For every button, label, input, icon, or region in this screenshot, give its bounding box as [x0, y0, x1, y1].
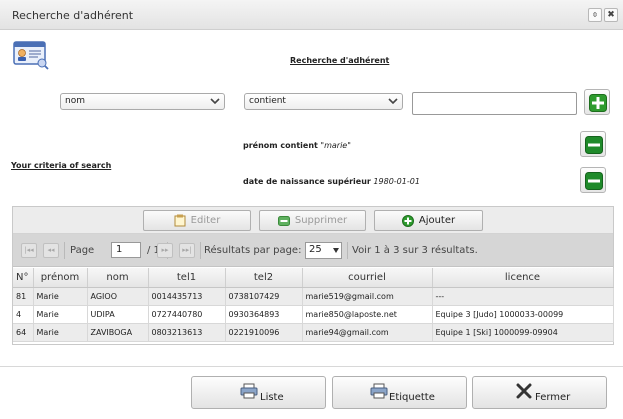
page-heading-link[interactable]: Recherche d'adhérent — [290, 56, 389, 65]
chevron-down-icon — [209, 95, 221, 107]
first-page-button[interactable]: |◂◂ — [21, 243, 37, 258]
field-select[interactable]: nom — [60, 93, 225, 110]
column-header[interactable]: prénom — [33, 268, 88, 288]
table-cell: Marie — [33, 305, 88, 324]
member-card-icon — [13, 40, 49, 70]
per-page-value: 25 — [309, 244, 322, 255]
dialog-titlebar: Recherche d'adhérent ⌽ ✖ — [0, 0, 623, 30]
criteria-link[interactable]: Your criteria of search — [11, 161, 111, 170]
table-cell: 64 — [13, 323, 34, 342]
column-header[interactable]: tel1 — [148, 268, 226, 288]
operator-select-value: contient — [249, 96, 286, 106]
table-cell: Marie — [33, 323, 88, 342]
dialog-title: Recherche d'adhérent — [12, 9, 134, 22]
table-cell: marie519@gmail.com — [302, 287, 433, 306]
table-cell: AGIOO — [87, 287, 149, 306]
table-cell: 81 — [13, 287, 34, 306]
list-button[interactable]: Liste — [191, 376, 326, 409]
pager-separator — [64, 242, 65, 259]
field-select-value: nom — [65, 96, 85, 106]
remove-criterion-button[interactable] — [580, 131, 606, 157]
column-header[interactable]: licence — [432, 268, 614, 288]
criterion-value: 1980-01-01 — [373, 177, 420, 186]
table-cell: 0014435713 — [148, 287, 226, 306]
table-cell: Equipe 3 [Judo] 1000033-00099 — [432, 305, 614, 324]
minus-icon — [277, 215, 290, 226]
edit-icon — [174, 214, 186, 227]
table-cell: 0727440780 — [148, 305, 226, 324]
add-button[interactable]: Ajouter — [374, 210, 483, 231]
table-cell: 4 — [13, 305, 34, 324]
label-button-label: Etiquette — [389, 392, 435, 403]
column-header[interactable]: N° — [13, 268, 34, 288]
table-cell: marie94@gmail.com — [302, 323, 433, 342]
table-cell: Equipe 1 [Ski] 1000099-09904 — [432, 323, 614, 342]
operator-select[interactable]: contient — [244, 93, 403, 110]
criterion-label: prénom contient — [243, 141, 318, 150]
results-summary: Voir 1 à 3 sur 3 résultats. — [352, 245, 478, 256]
label-button[interactable]: Etiquette — [332, 376, 467, 409]
results-panel: Editer Supprimer Ajouter |◂◂ ◂◂ Page 1 /… — [12, 206, 614, 345]
criterion-row: date de naissance supérieur 1980-01-01 — [243, 177, 420, 186]
table-cell: 0221910096 — [225, 323, 303, 342]
criterion-value: "marie" — [320, 141, 351, 150]
table-cell: 0803213613 — [148, 323, 226, 342]
pager-separator — [347, 242, 348, 259]
page-label: Page — [70, 245, 95, 256]
table-cell: 0738107429 — [225, 287, 303, 306]
table-cell: UDIPA — [87, 305, 149, 324]
table-row[interactable]: 64 Marie ZAVIBOGA 0803213613 0221910096 … — [13, 323, 614, 342]
close-x-icon — [515, 383, 533, 402]
table-cell: ZAVIBOGA — [87, 323, 149, 342]
criterion-row: prénom contient "marie" — [243, 141, 351, 150]
close-button-label: Fermer — [535, 392, 571, 403]
table-cell: marie850@laposte.net — [302, 305, 433, 324]
page-number-input[interactable]: 1 — [111, 242, 141, 258]
footer-divider — [0, 366, 623, 367]
remove-criterion-button[interactable] — [580, 167, 606, 193]
minus-icon — [585, 172, 603, 190]
table-cell: 0930364893 — [225, 305, 303, 324]
last-page-button[interactable]: ▸▸| — [179, 243, 195, 258]
column-header[interactable]: courriel — [302, 268, 433, 288]
results-toolbar: Editer Supprimer Ajouter — [13, 207, 613, 234]
caret-down-icon — [333, 248, 339, 253]
close-icon[interactable]: ✖ — [604, 8, 618, 22]
column-header[interactable]: tel2 — [225, 268, 303, 288]
edit-button-label: Editer — [190, 215, 221, 226]
add-button-label: Ajouter — [418, 215, 456, 226]
plus-icon — [401, 214, 414, 227]
add-criterion-button[interactable] — [584, 89, 610, 115]
printer-icon — [370, 383, 388, 402]
table-row[interactable]: 81 Marie AGIOO 0014435713 0738107429 mar… — [13, 287, 614, 306]
minus-icon — [585, 136, 603, 154]
delete-button[interactable]: Supprimer — [259, 210, 366, 231]
plus-icon — [589, 94, 607, 112]
table-cell: --- — [432, 287, 614, 306]
prev-page-button[interactable]: ◂◂ — [43, 243, 59, 258]
printer-icon — [240, 383, 258, 402]
criterion-label: date de naissance supérieur — [243, 177, 371, 186]
restore-icon[interactable]: ⌽ — [588, 8, 602, 22]
table-cell: Marie — [33, 287, 88, 306]
pager-separator — [200, 242, 201, 259]
list-button-label: Liste — [260, 392, 284, 403]
edit-button[interactable]: Editer — [143, 210, 251, 231]
per-page-select[interactable]: 25 — [305, 242, 342, 259]
delete-button-label: Supprimer — [294, 215, 348, 226]
next-page-button[interactable]: ▸▸ — [157, 243, 173, 258]
table-row[interactable]: 4 Marie UDIPA 0727440780 0930364893 mari… — [13, 305, 614, 324]
close-button[interactable]: Fermer — [472, 376, 607, 409]
table-header-row: N° prénom nom tel1 tel2 courriel licence — [13, 268, 614, 288]
column-header[interactable]: nom — [87, 268, 149, 288]
per-page-label: Résultats par page: — [204, 245, 302, 256]
pagination-bar: |◂◂ ◂◂ Page 1 / 1 ▸▸ ▸▸| Résultats par p… — [13, 234, 613, 267]
chevron-down-icon — [387, 95, 399, 107]
search-value-input[interactable] — [412, 92, 577, 115]
results-table: N° prénom nom tel1 tel2 courriel licence… — [13, 268, 614, 342]
